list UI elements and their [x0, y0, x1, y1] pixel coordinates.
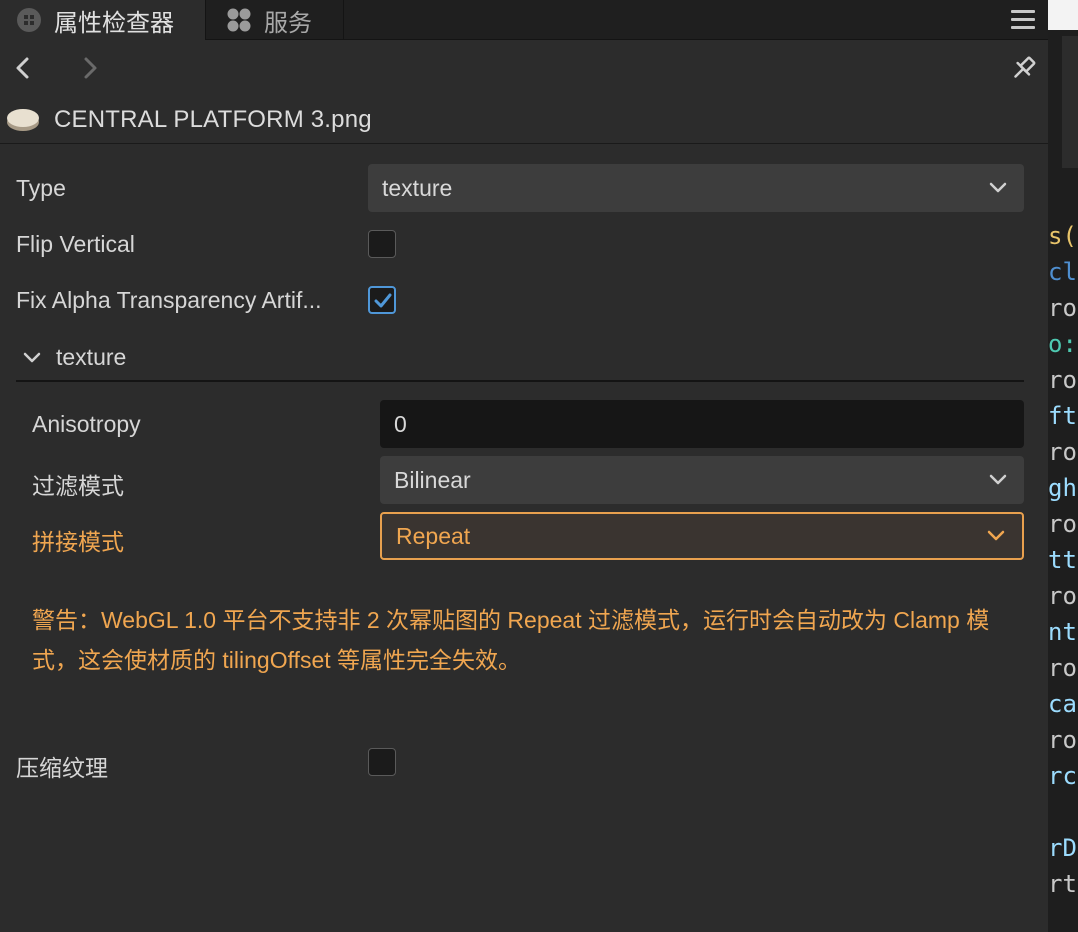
code-line: o:N: [1048, 330, 1078, 358]
inspector-panel: 属性检查器 服务 CENTRAL PLATFORM 3.png Type tex…: [0, 0, 1048, 932]
code-line: rop: [1048, 294, 1078, 322]
code-line: rt: [1048, 870, 1077, 898]
code-line: tto: [1048, 546, 1078, 574]
editor-tab-strip: [1048, 0, 1078, 30]
code-line: ght: [1048, 474, 1078, 502]
pin-button[interactable]: [1010, 54, 1038, 82]
asset-name: CENTRAL PLATFORM 3.png: [54, 106, 372, 133]
chevron-down-icon: [987, 530, 1005, 541]
chevron-right-icon: [84, 57, 97, 79]
fix-alpha-checkbox[interactable]: [368, 286, 396, 314]
tab-services[interactable]: 服务: [206, 0, 344, 40]
fix-alpha-label: Fix Alpha Transparency Artif...: [16, 287, 322, 313]
forward-button[interactable]: [76, 54, 104, 82]
code-line: s(: [1048, 222, 1077, 250]
tab-inspector[interactable]: 属性检查器: [0, 0, 206, 40]
texture-section-header[interactable]: texture: [16, 334, 1024, 382]
compress-texture-checkbox[interactable]: [368, 748, 396, 776]
code-line: car: [1048, 690, 1078, 718]
back-button[interactable]: [10, 54, 38, 82]
code-editor-strip: s( cl rop o:N rop ft: rop ght rop tto rop nte rop car…: [1048, 0, 1078, 932]
anisotropy-value: 0: [394, 410, 407, 437]
texture-asset-icon: [5, 107, 41, 133]
chevron-left-icon: [16, 57, 29, 79]
type-select[interactable]: texture: [368, 164, 1024, 212]
flip-vertical-checkbox[interactable]: [368, 230, 396, 258]
inspector-icon: [16, 7, 42, 33]
chevron-down-icon: [23, 352, 41, 363]
pin-icon: [1014, 56, 1036, 78]
wrap-mode-warning: 警告：WebGL 1.0 平台不支持非 2 次幂贴图的 Repeat 过滤模式，…: [32, 607, 990, 673]
filter-mode-value: Bilinear: [394, 466, 471, 493]
code-line: rop: [1048, 726, 1078, 754]
code-line: rDe: [1048, 834, 1078, 862]
filter-mode-select[interactable]: Bilinear: [380, 456, 1024, 504]
code-line: cl: [1048, 258, 1077, 286]
services-icon: [226, 7, 252, 33]
checkmark-icon: [374, 293, 392, 308]
navigation-row: [0, 42, 1048, 94]
editor-breadcrumb-strip: [1062, 36, 1078, 168]
code-line: rop: [1048, 438, 1078, 466]
type-select-value: texture: [382, 174, 453, 201]
code-line: ft:: [1048, 402, 1078, 430]
code-line: rop: [1048, 366, 1078, 394]
anisotropy-input[interactable]: 0: [380, 400, 1024, 448]
filter-mode-label: 过滤模式: [32, 473, 124, 499]
tab-services-label: 服务: [264, 9, 312, 37]
wrap-mode-label: 拼接模式: [32, 529, 124, 555]
wrap-mode-select[interactable]: Repeat: [380, 512, 1024, 560]
chevron-down-icon: [989, 182, 1007, 193]
compress-texture-label: 压缩纹理: [16, 755, 108, 781]
chevron-down-icon: [989, 474, 1007, 485]
anisotropy-label: Anisotropy: [32, 411, 141, 437]
tab-bar: 属性检查器 服务: [0, 0, 1048, 40]
code-line: rop: [1048, 510, 1078, 538]
flip-vertical-label: Flip Vertical: [16, 231, 135, 257]
code-line: nte: [1048, 618, 1078, 646]
wrap-mode-value: Repeat: [396, 522, 471, 549]
asset-header: CENTRAL PLATFORM 3.png: [0, 96, 1048, 144]
hamburger-menu-icon[interactable]: [1010, 5, 1036, 35]
tab-inspector-label: 属性检查器: [54, 9, 174, 37]
type-label: Type: [16, 175, 66, 201]
code-line: rop: [1048, 582, 1078, 610]
section-title: texture: [56, 344, 127, 370]
code-line: rca: [1048, 762, 1078, 790]
code-line: rop: [1048, 654, 1078, 682]
